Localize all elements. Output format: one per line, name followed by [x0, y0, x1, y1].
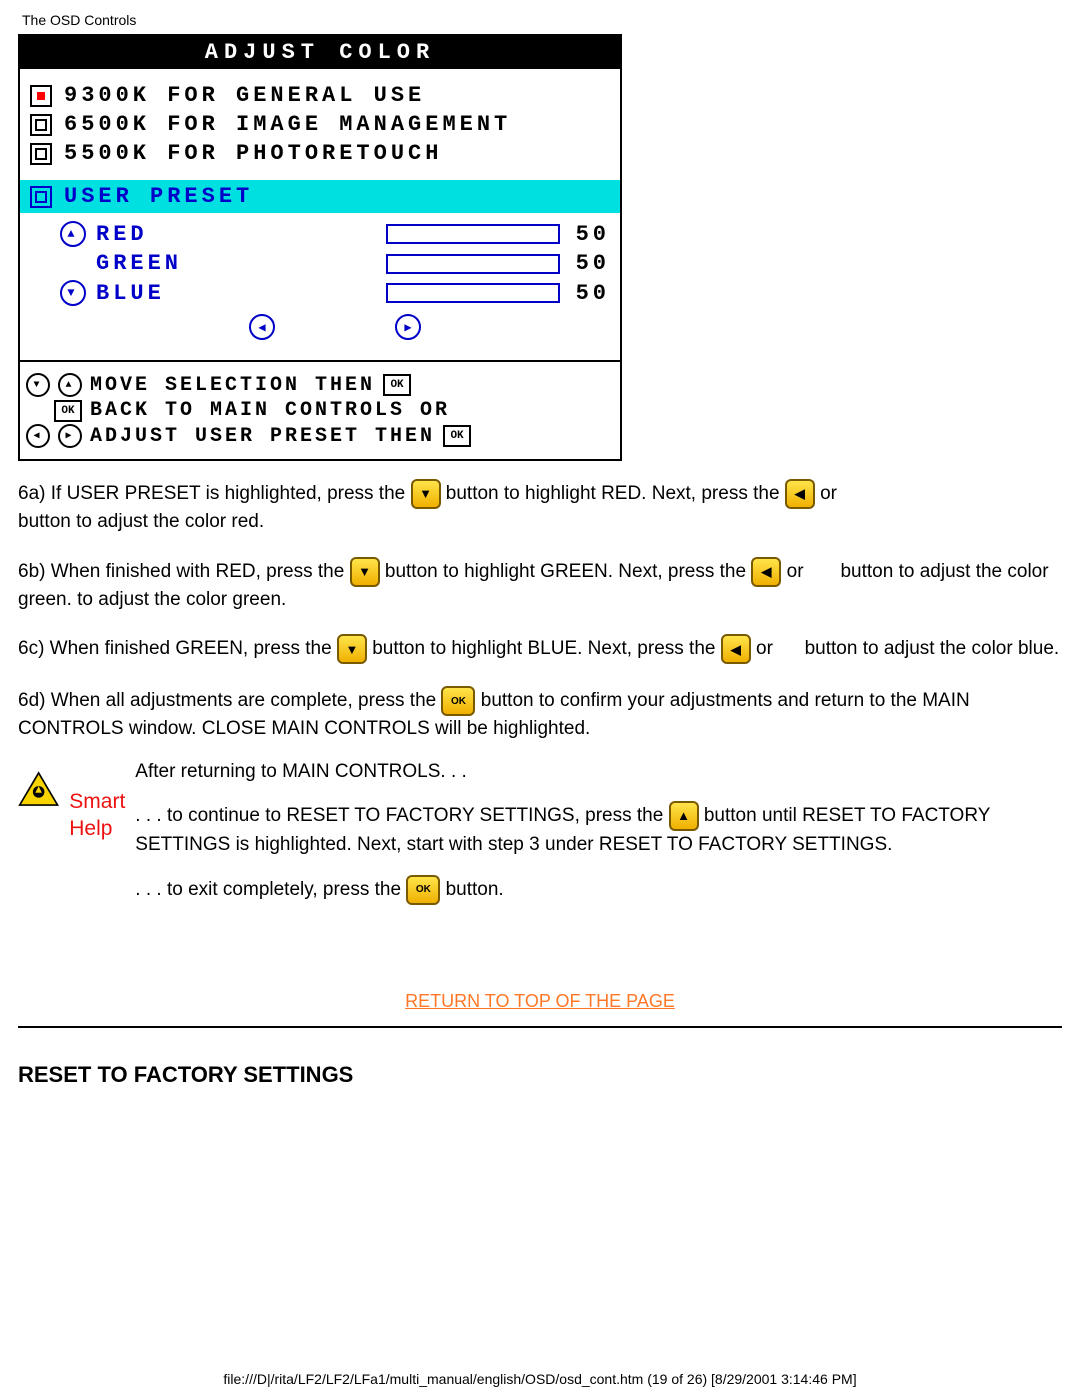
right-arrow-icon[interactable]: ▶ — [395, 314, 421, 340]
ok-icon: OK — [383, 374, 411, 396]
instruction-6a: 6a) If USER PRESET is highlighted, press… — [18, 479, 1062, 535]
instruction-6c: 6c) When finished GREEN, press the ▼ but… — [18, 634, 1062, 664]
osd-panel: ADJUST COLOR 9300K FOR GENERAL USE 6500K… — [18, 34, 622, 461]
radio-selected-icon — [30, 85, 52, 107]
up-button-icon: ▲ — [669, 801, 699, 831]
osd-preset-options: 9300K FOR GENERAL USE 6500K FOR IMAGE MA… — [20, 69, 620, 180]
osd-footer-instructions: ▼ ▲ MOVE SELECTION THEN OK OK BACK TO MA… — [20, 362, 620, 459]
left-arrow-icon: ◀ — [26, 424, 50, 448]
footer-text: ADJUST USER PRESET THEN — [90, 425, 435, 448]
osd-option-5500k[interactable]: 5500K FOR PHOTORETOUCH — [30, 139, 610, 168]
smart-help-label: Smart Help — [69, 758, 125, 843]
radio-unselected-icon — [30, 114, 52, 136]
left-button-icon: ◀ — [721, 634, 751, 664]
footer-text: MOVE SELECTION THEN — [90, 374, 375, 397]
smart-help-text: After returning to MAIN CONTROLS. . . . … — [135, 758, 1062, 921]
color-label: BLUE — [96, 281, 165, 306]
color-label: GREEN — [96, 251, 182, 276]
warning-triangle-icon — [18, 758, 59, 820]
down-arrow-icon: ▼ — [60, 280, 86, 306]
user-preset-colors: ▲ RED 50 GREEN 50 ▼ BLUE 50 ◀ ▶ — [20, 213, 620, 360]
footer-file-path: file:///D|/rita/LF2/LF2/LFa1/multi_manua… — [0, 1371, 1080, 1387]
ok-button-icon: OK — [406, 875, 440, 905]
instruction-6d: 6d) When all adjustments are complete, p… — [18, 686, 1062, 742]
color-value: 50 — [570, 281, 610, 306]
up-arrow-icon: ▲ — [60, 221, 86, 247]
color-row-green: GREEN 50 — [60, 249, 610, 278]
footer-text: BACK TO MAIN CONTROLS OR — [90, 399, 450, 422]
slider-bar[interactable] — [386, 224, 560, 244]
down-button-icon: ▼ — [411, 479, 441, 509]
return-to-top-link[interactable]: RETURN TO TOP OF THE PAGE — [18, 991, 1062, 1012]
section-heading-reset: RESET TO FACTORY SETTINGS — [18, 1062, 1062, 1088]
slider-bar[interactable] — [386, 254, 560, 274]
right-arrow-icon: ▶ — [58, 424, 82, 448]
down-button-icon: ▼ — [337, 634, 367, 664]
smart-help-block: Smart Help After returning to MAIN CONTR… — [18, 758, 1062, 921]
color-row-red: ▲ RED 50 — [60, 219, 610, 249]
down-button-icon: ▼ — [350, 557, 380, 587]
user-preset-label: USER PRESET — [64, 184, 253, 209]
option-label: 9300K FOR GENERAL USE — [64, 83, 425, 108]
option-label: 5500K FOR PHOTORETOUCH — [64, 141, 442, 166]
up-arrow-icon: ▲ — [58, 373, 82, 397]
ok-icon: OK — [443, 425, 471, 447]
instruction-6b: 6b) When finished with RED, press the ▼ … — [18, 557, 1062, 613]
horizontal-rule — [18, 1026, 1062, 1028]
color-value: 50 — [570, 251, 610, 276]
radio-unselected-icon — [30, 186, 52, 208]
left-right-arrows: ◀ ▶ — [60, 308, 610, 350]
color-label: RED — [96, 222, 148, 247]
left-button-icon: ◀ — [751, 557, 781, 587]
down-arrow-icon: ▼ — [26, 373, 50, 397]
radio-unselected-icon — [30, 143, 52, 165]
osd-option-user-preset[interactable]: USER PRESET — [20, 180, 620, 213]
ok-button-icon: OK — [441, 686, 475, 716]
osd-option-6500k[interactable]: 6500K FOR IMAGE MANAGEMENT — [30, 110, 610, 139]
instructions: 6a) If USER PRESET is highlighted, press… — [18, 479, 1062, 742]
page-title: The OSD Controls — [22, 12, 1062, 28]
slider-bar[interactable] — [386, 283, 560, 303]
color-row-blue: ▼ BLUE 50 — [60, 278, 610, 308]
color-value: 50 — [570, 222, 610, 247]
left-arrow-icon[interactable]: ◀ — [249, 314, 275, 340]
osd-option-9300k[interactable]: 9300K FOR GENERAL USE — [30, 81, 610, 110]
ok-icon: OK — [54, 400, 82, 422]
option-label: 6500K FOR IMAGE MANAGEMENT — [64, 112, 511, 137]
osd-title: ADJUST COLOR — [20, 36, 620, 69]
return-to-top-anchor[interactable]: RETURN TO TOP OF THE PAGE — [405, 991, 675, 1011]
left-button-icon: ◀ — [785, 479, 815, 509]
